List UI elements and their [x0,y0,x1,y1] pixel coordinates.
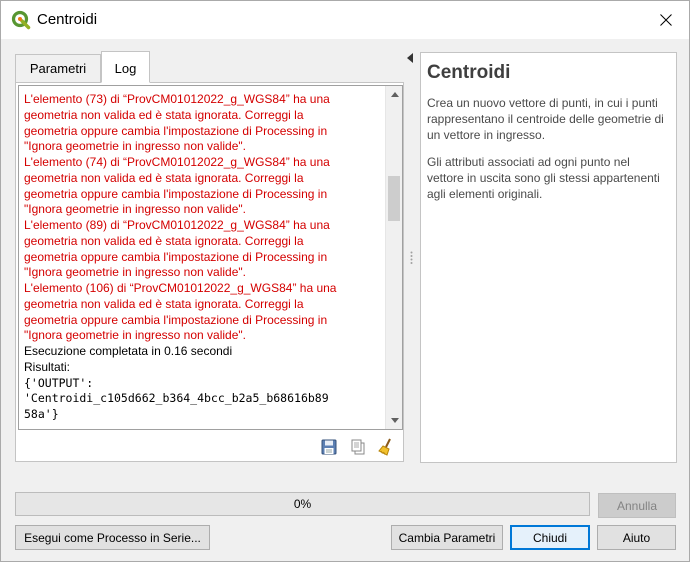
qgis-logo-icon [11,10,31,30]
progress-bar: 0% [15,492,590,516]
scrollbar-thumb[interactable] [388,176,400,221]
log-line: "Ignora geometrie in ingresso non valide… [24,328,246,343]
log-line: L'elemento (74) di “ProvCM01012022_g_WGS… [24,155,330,169]
save-log-button[interactable] [318,436,340,458]
progress-label: 0% [293,497,312,511]
log-line: "Ignora geometrie in ingresso non valide… [24,139,246,154]
collapse-arrow-icon[interactable] [407,53,413,63]
log-line: geometria non valida ed è stata ignorata… [24,233,304,248]
change-parameters-button[interactable]: Cambia Parametri [391,525,503,550]
log-scrollbar[interactable] [385,86,402,429]
log-tab-pane: L'elemento (73) di “ProvCM01012022_g_WGS… [15,82,404,462]
copy-icon [351,439,365,455]
log-line: geometria oppure cambia l'impostazione d… [24,186,328,201]
log-line: {'OUTPUT': [24,375,94,390]
cancel-button[interactable]: Annulla [598,493,676,518]
close-button[interactable]: Chiudi [510,525,590,550]
log-line: Risultati: [24,359,71,374]
log-line: geometria non valida ed è stata ignorata… [24,170,304,185]
log-line: L'elemento (73) di “ProvCM01012022_g_WGS… [24,92,330,106]
dialog-window: Centroidi Parametri Log L'elemento (73) … [0,0,690,562]
log-content: L'elemento (73) di “ProvCM01012022_g_WGS… [24,92,386,423]
scroll-up-arrow[interactable] [386,86,402,103]
log-line: 58a'} [24,407,59,421]
log-line: "Ignora geometrie in ingresso non valide… [24,202,246,217]
window-title: Centroidi [37,11,98,28]
copy-log-button[interactable] [347,436,369,458]
log-text-area[interactable]: L'elemento (73) di “ProvCM01012022_g_WGS… [18,85,403,430]
tab-log[interactable]: Log [101,51,150,83]
log-line: "Ignora geometrie in ingresso non valide… [24,265,246,280]
help-paragraph: Gli attributi associati ad ogni punto ne… [427,155,660,201]
triangle-down-icon [390,418,399,423]
help-title: Centroidi [427,62,511,83]
help-button[interactable]: Aiuto [597,525,676,550]
log-line: L'elemento (89) di “ProvCM01012022_g_WGS… [24,218,330,232]
broom-icon [378,438,391,456]
close-icon [660,14,672,26]
scroll-down-arrow[interactable] [386,412,402,429]
close-window-button[interactable] [643,1,689,39]
log-line: geometria oppure cambia l'impostazione d… [24,249,328,264]
save-icon [321,439,337,455]
help-paragraph: Crea un nuovo vettore di punti, in cui i… [427,96,664,142]
triangle-up-icon [390,92,399,97]
tab-parametri[interactable]: Parametri [15,54,101,82]
log-line: 'Centroidi_c105d662_b364_4bcc_b2a5_b6861… [24,391,329,406]
log-line: geometria oppure cambia l'impostazione d… [24,312,328,327]
log-line: L'elemento (106) di “ProvCM01012022_g_WG… [24,281,337,295]
log-line: geometria oppure cambia l'impostazione d… [24,123,328,138]
title-bar[interactable]: Centroidi [1,1,689,39]
log-toolbar [16,436,405,458]
run-as-batch-button[interactable]: Esegui come Processo in Serie... [15,525,210,550]
log-line: Esecuzione completata in 0.16 secondi [24,344,233,358]
splitter-handle[interactable] [410,251,413,265]
log-line: geometria non valida ed è stata ignorata… [24,296,304,311]
log-line: geometria non valida ed è stata ignorata… [24,107,304,122]
help-panel: Centroidi Crea un nuovo vettore di punti… [420,52,677,463]
clear-log-button[interactable] [376,436,398,458]
